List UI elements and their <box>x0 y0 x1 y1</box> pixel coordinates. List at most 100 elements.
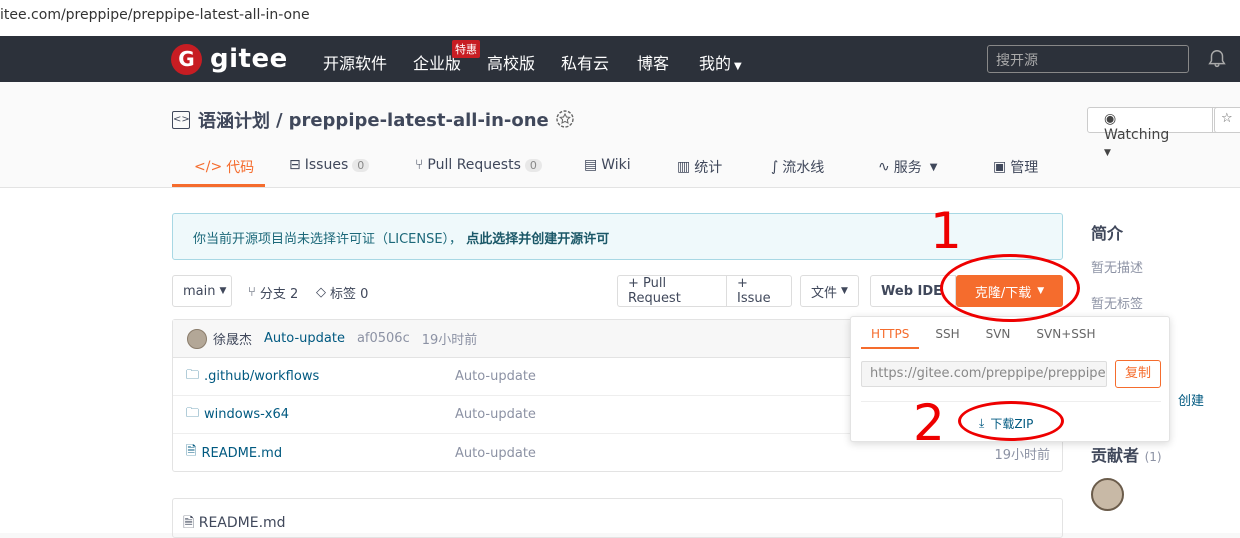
pr-count: 0 <box>524 158 542 172</box>
tab-code-label: 代码 <box>226 160 255 176</box>
nav-item-mine-label: 我的 <box>699 54 732 73</box>
sidebar-create-link[interactable]: 创建 <box>1178 390 1204 409</box>
file-link[interactable]: 🗎 README.md <box>186 442 282 464</box>
tab-services-label: 服务 <box>893 160 922 176</box>
chevron-down-icon: ▼ <box>841 286 848 296</box>
tab-wiki-label: Wiki <box>601 157 631 173</box>
folder-icon: 🗀 <box>186 405 200 421</box>
new-pull-request-button[interactable]: + Pull Request <box>617 275 727 307</box>
file-commit-message[interactable]: Auto-update <box>455 446 536 461</box>
branch-icon: ⑂ <box>248 285 256 300</box>
annotation-number-2: 2 <box>913 394 945 452</box>
sidebar-no-tags: 暂无标签 <box>1091 297 1144 312</box>
tab-pr-label: Pull Requests <box>427 157 521 173</box>
new-issue-button[interactable]: + Issue <box>726 275 792 307</box>
bell-icon[interactable] <box>1206 48 1228 70</box>
tab-services[interactable]: ∿ 服务 ▼ <box>878 157 937 177</box>
commit-time: 19小时前 <box>421 333 478 348</box>
folder-icon: 🗀 <box>186 367 200 383</box>
issue-label: + Issue <box>737 276 771 306</box>
branch-select[interactable]: main ▼ <box>172 275 232 307</box>
license-create-link[interactable]: 点此选择并创建开源许可 <box>466 232 609 247</box>
clone-url-field[interactable]: https://gitee.com/preppipe/preppipe-late… <box>861 361 1107 387</box>
commit-author[interactable]: 徐晟杰 <box>213 329 252 348</box>
watch-label: ◉ Watching ▼ <box>1088 108 1214 158</box>
repo-separator: / <box>276 109 283 131</box>
contributors-label: 贡献者 <box>1091 446 1140 465</box>
files-label: 文件 <box>811 285 838 301</box>
license-text: 你当前开源项目尚未选择许可证（LICENSE）， <box>193 232 463 247</box>
file-commit-message[interactable]: Auto-update <box>455 369 536 384</box>
search-input[interactable]: 搜开源 <box>987 45 1189 73</box>
repo-title: <> 语涵计划 / preppipe-latest-all-in-one <box>172 107 549 133</box>
url-text: itee.com/preppipe/preppipe-latest-all-in… <box>0 7 310 23</box>
protocol-tab-svn-ssh[interactable]: SVN+SSH <box>1026 325 1105 349</box>
tab-stats-label: 统计 <box>694 160 723 176</box>
protocol-tab-svn[interactable]: SVN <box>976 325 1021 349</box>
nav-item-private-cloud[interactable]: 私有云 <box>561 50 609 74</box>
nav-item-university[interactable]: 高校版 <box>487 50 535 74</box>
file-name: windows-x64 <box>204 407 290 422</box>
gitee-logo[interactable]: G gitee <box>171 43 288 75</box>
issues-icon: ⊟ <box>289 157 301 173</box>
repo-owner-link[interactable]: 语涵计划 <box>198 107 270 133</box>
tags-label: 标签 0 <box>330 287 369 302</box>
commit-message[interactable]: Auto-update <box>264 331 345 346</box>
tab-pipeline-label: 流水线 <box>782 160 825 176</box>
hot-badge: 特惠 <box>452 40 480 58</box>
tab-wiki[interactable]: ▤ Wiki <box>584 157 631 173</box>
issues-count: 0 <box>352 158 370 172</box>
avatar[interactable] <box>187 328 207 349</box>
annotation-circle-clone <box>940 254 1080 322</box>
sidebar-no-desc: 暂无描述 <box>1091 261 1144 276</box>
repo-tabs: </> 代码 ⊟ Issues 0 ⑂ Pull Requests 0 ▤ Wiki ▥ 统计… <box>0 152 1240 188</box>
pull-request-label: + Pull Request <box>628 276 681 306</box>
code-icon: </> <box>194 159 223 175</box>
file-commit-message[interactable]: Auto-update <box>455 407 536 422</box>
repo-code-icon: <> <box>172 111 190 129</box>
tab-manage[interactable]: ▣ 管理 <box>993 157 1038 177</box>
contributors-count: (1) <box>1144 450 1162 464</box>
readme-title: README.md <box>198 515 286 531</box>
tab-code[interactable]: </> 代码 <box>194 157 254 177</box>
nav-item-mine[interactable]: 我的 ▼ <box>699 50 742 74</box>
branches-link[interactable]: ⑂ 分支 2 <box>248 283 298 302</box>
avatar[interactable] <box>1091 478 1124 511</box>
commit-hash[interactable]: af0506c <box>357 331 410 346</box>
file-link[interactable]: 🗀 .github/workflows <box>186 366 319 388</box>
sidebar-intro-title: 简介 <box>1091 224 1124 243</box>
protocol-tab-https[interactable]: HTTPS <box>861 325 920 349</box>
copy-button[interactable]: 复制 <box>1115 360 1161 388</box>
gitee-logo-icon: G <box>171 43 202 75</box>
manage-icon: ▣ <box>993 159 1007 175</box>
nav-item-open-source[interactable]: 开源软件 <box>323 50 387 74</box>
tab-pull-requests[interactable]: ⑂ Pull Requests 0 <box>415 157 542 173</box>
file-link[interactable]: 🗀 windows-x64 <box>186 404 289 426</box>
chevron-down-icon: ▼ <box>734 61 742 72</box>
stats-icon: ▥ <box>677 159 691 175</box>
nav-item-blog[interactable]: 博客 <box>637 50 669 74</box>
tags-link[interactable]: ◇ 标签 0 <box>316 283 368 302</box>
star-icon: ☆ <box>1221 111 1233 126</box>
protocol-tab-ssh[interactable]: SSH <box>925 325 969 349</box>
protocol-tabs: HTTPS SSH SVN SVN+SSH <box>861 325 1112 349</box>
branches-label: 分支 2 <box>259 287 299 302</box>
pull-request-icon: ⑂ <box>415 157 424 173</box>
watch-label-text: Watching <box>1104 127 1170 143</box>
repo-name-link[interactable]: preppipe-latest-all-in-one <box>289 110 549 131</box>
active-tab-indicator <box>172 184 265 187</box>
tab-stats[interactable]: ▥ 统计 <box>677 157 722 177</box>
browser-url-bar[interactable]: itee.com/preppipe/preppipe-latest-all-in… <box>0 0 1240 36</box>
annotation-circle-zip <box>958 401 1064 441</box>
readme-panel: 🗎 README.md <box>172 498 1063 538</box>
readme-icon: 🗎 <box>183 515 195 531</box>
files-button[interactable]: 文件 ▼ <box>800 275 859 307</box>
tab-pipeline[interactable]: ∫ 流水线 <box>771 157 824 177</box>
branch-label: main <box>183 283 216 299</box>
star-button[interactable]: ☆ <box>1214 107 1240 133</box>
file-icon: 🗎 <box>186 444 197 459</box>
tab-manage-label: 管理 <box>1010 160 1039 176</box>
recommend-badge-icon <box>556 110 574 128</box>
tab-issues[interactable]: ⊟ Issues 0 <box>289 157 370 173</box>
pipeline-icon: ∫ <box>771 159 779 175</box>
